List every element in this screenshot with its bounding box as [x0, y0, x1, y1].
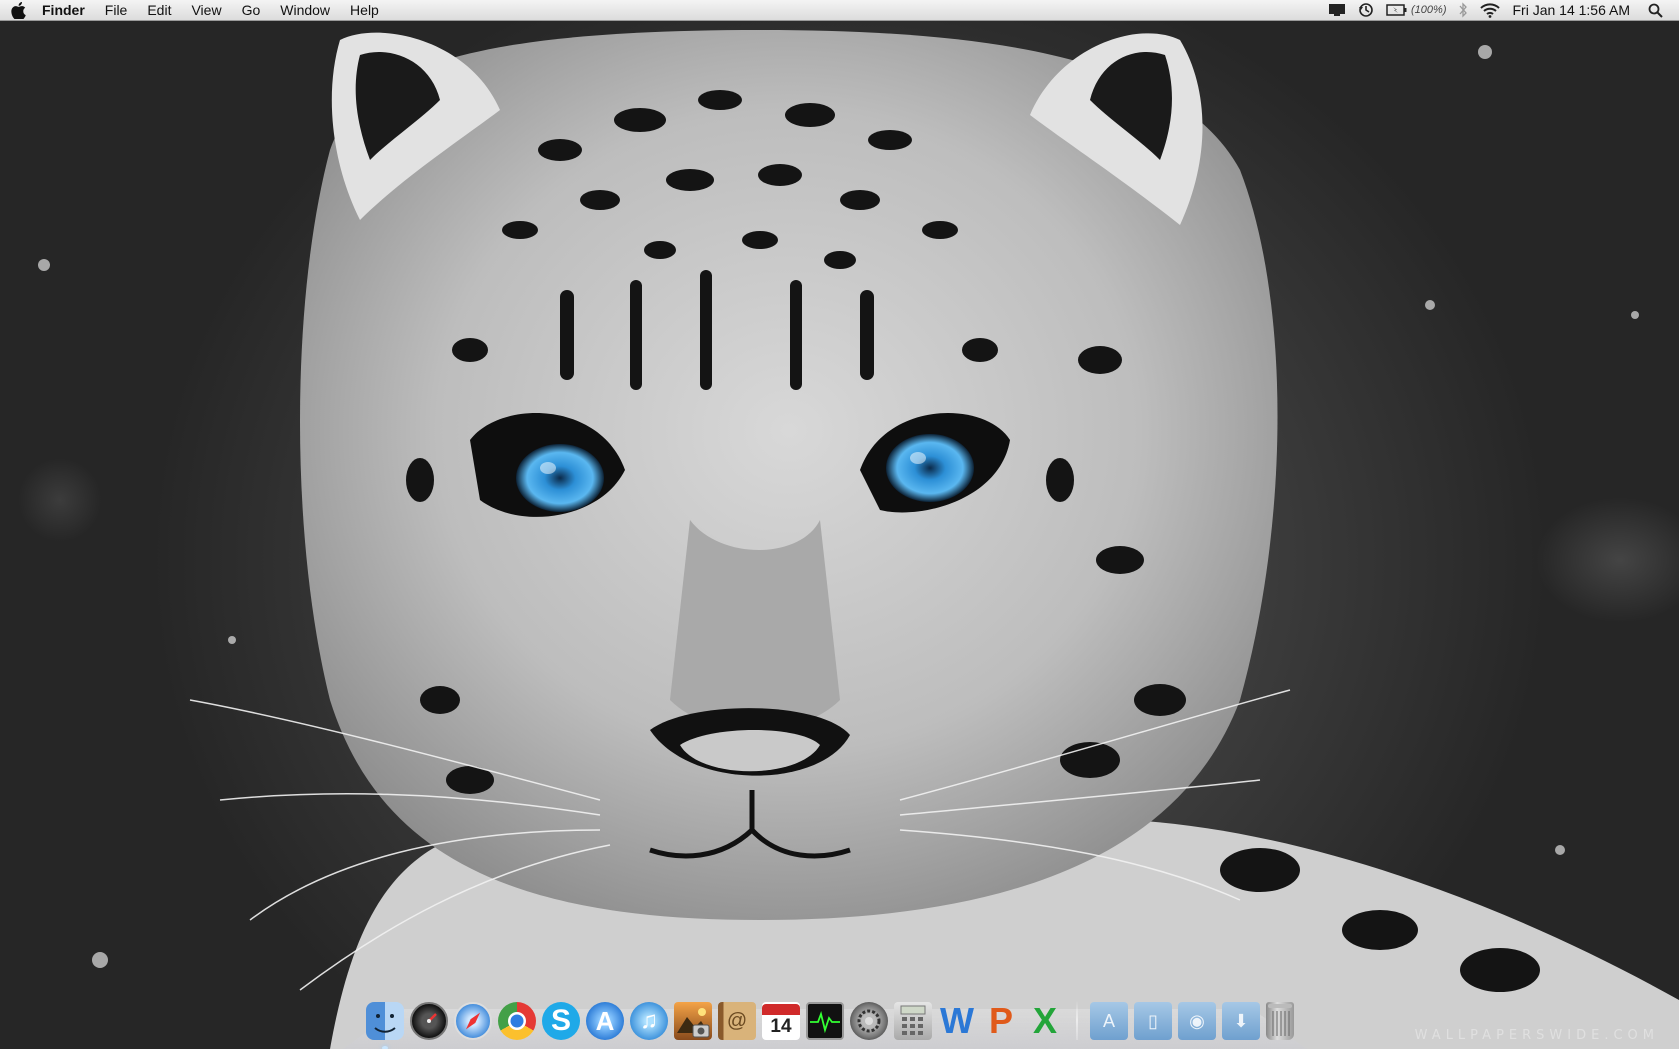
- finder-icon[interactable]: [366, 1002, 404, 1040]
- menu-file[interactable]: File: [95, 0, 138, 21]
- app-store-icon[interactable]: A: [586, 1002, 624, 1040]
- iphoto-icon[interactable]: [674, 1002, 712, 1040]
- wallpaper-watermark: WALLPAPERSWIDE.COM: [1415, 1028, 1659, 1043]
- address-book-icon[interactable]: @: [718, 1002, 756, 1040]
- activity-monitor-icon[interactable]: [806, 1002, 844, 1040]
- chrome-icon[interactable]: [498, 1002, 536, 1040]
- menu-go[interactable]: Go: [232, 0, 271, 21]
- battery-icon: [1386, 4, 1408, 16]
- menu-bar: Finder File Edit View Go Window Help (10…: [0, 0, 1679, 21]
- itunes-icon[interactable]: ♫: [630, 1002, 668, 1040]
- apple-icon[interactable]: [0, 0, 36, 21]
- documents-folder-icon[interactable]: ▯: [1134, 1002, 1172, 1040]
- menu-edit[interactable]: Edit: [137, 0, 181, 21]
- pictures-folder-icon[interactable]: ◉: [1178, 1002, 1216, 1040]
- menu-help[interactable]: Help: [340, 0, 389, 21]
- menu-clock[interactable]: Fri Jan 14 1:56 AM: [1506, 0, 1636, 21]
- calculator-icon[interactable]: [894, 1002, 932, 1040]
- display-mirroring-icon[interactable]: [1322, 0, 1352, 21]
- menu-window[interactable]: Window: [270, 0, 340, 21]
- powerpoint-icon[interactable]: P: [982, 1002, 1020, 1040]
- word-icon[interactable]: W: [938, 1002, 976, 1040]
- downloads-folder-icon[interactable]: ⬇: [1222, 1002, 1260, 1040]
- time-machine-icon[interactable]: [1352, 0, 1380, 21]
- applications-folder-icon[interactable]: A: [1090, 1002, 1128, 1040]
- battery-indicator[interactable]: (100%): [1380, 0, 1452, 21]
- ical-date: 14: [770, 1015, 791, 1039]
- spotlight-icon[interactable]: [1636, 0, 1669, 21]
- trash-icon[interactable]: [1266, 1002, 1294, 1040]
- menu-bar-status-area: (100%) Fri Jan 14 1:56 AM: [1322, 0, 1679, 20]
- wifi-icon[interactable]: [1474, 0, 1506, 21]
- menu-bar-left: Finder File Edit View Go Window Help: [0, 0, 389, 20]
- dock-separator: [1076, 1000, 1078, 1040]
- excel-icon[interactable]: X: [1026, 1002, 1064, 1040]
- menu-app-finder[interactable]: Finder: [36, 0, 95, 21]
- menu-view[interactable]: View: [181, 0, 231, 21]
- dashboard-icon[interactable]: [410, 1002, 448, 1040]
- desktop-wallpaper: WALLPAPERSWIDE.COM: [0, 0, 1679, 1049]
- system-preferences-icon[interactable]: [850, 1002, 888, 1040]
- ical-header-strip: [762, 1004, 800, 1015]
- dock: S A ♫ @ 14 W P X A ▯ ◉ ⬇: [366, 994, 1294, 1040]
- skype-icon[interactable]: S: [542, 1002, 580, 1040]
- safari-icon[interactable]: [454, 1002, 492, 1040]
- bluetooth-icon[interactable]: [1452, 0, 1474, 21]
- battery-percent: (100%): [1411, 4, 1446, 16]
- ical-icon[interactable]: 14: [762, 1002, 800, 1040]
- snow-leopard-image: [0, 0, 1679, 1049]
